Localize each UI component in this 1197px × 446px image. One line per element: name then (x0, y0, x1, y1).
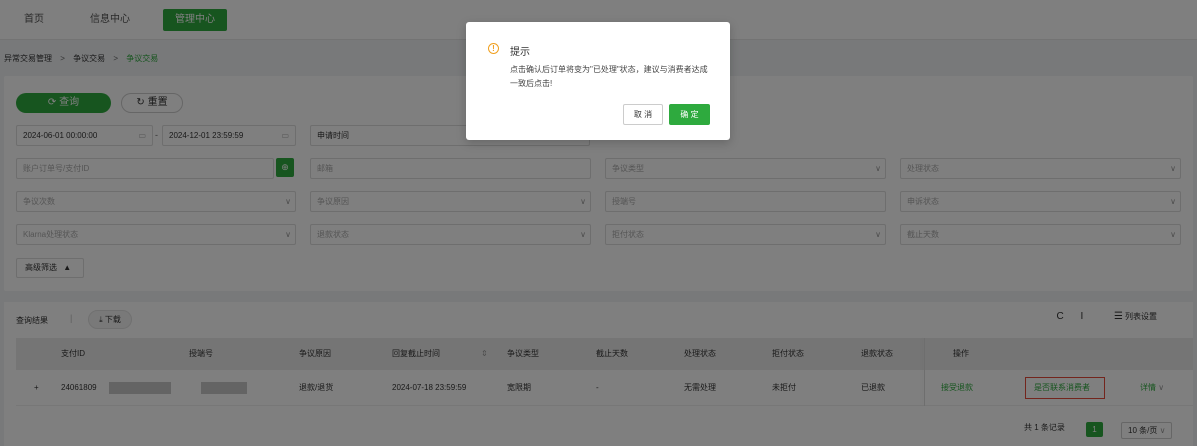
warning-icon: ! (488, 43, 499, 54)
dialog-message: 点击确认后订单将变为"已处理"状态，建议与消费者达成一致后点击! (510, 65, 708, 88)
dialog-title: 提示 (510, 47, 530, 58)
confirm-dialog: ! 提示 点击确认后订单将变为"已处理"状态，建议与消费者达成一致后点击! 取 … (466, 22, 730, 140)
confirm-button[interactable]: 确 定 (669, 104, 710, 125)
cancel-button[interactable]: 取 消 (623, 104, 663, 125)
